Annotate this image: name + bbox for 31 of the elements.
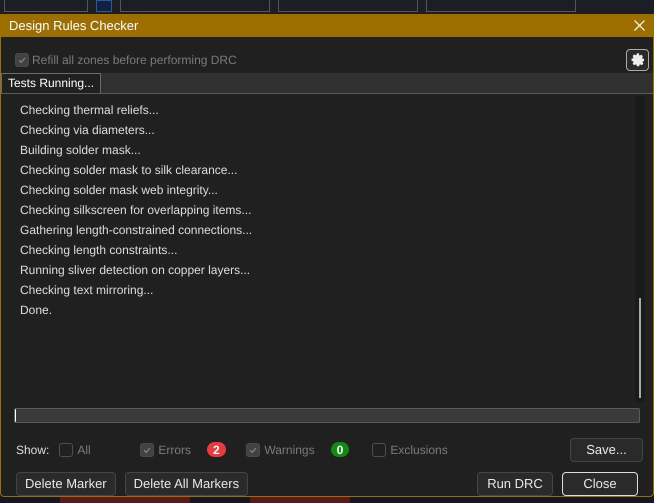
log-line: Checking text mirroring... — [20, 282, 154, 299]
filter-label: Exclusions — [390, 442, 448, 459]
delete-button[interactable]: Delete All Markers — [124, 472, 248, 496]
log-line: Checking length constraints... — [20, 242, 178, 259]
log-line: Gathering length-constrained connections... — [20, 222, 254, 239]
log-line: Checking silkscreen for overlapping items... — [20, 202, 252, 219]
refill-label: Refill all zones before performing DRC — [32, 52, 237, 69]
log-line: Running sliver detection on copper layers... — [20, 262, 252, 279]
delete-button[interactable]: Delete Marker — [16, 472, 116, 496]
log-line: Checking thermal reliefs... — [20, 102, 160, 119]
log-line: Building solder mask... — [20, 142, 142, 159]
log-line: Done. — [20, 302, 54, 319]
log-line: Checking solder mask to silk clearance... — [20, 162, 238, 179]
scrollbar[interactable] — [635, 96, 645, 402]
log-line: Checking via diameters... — [20, 122, 156, 139]
close-icon[interactable] — [634, 20, 645, 32]
count-badge: 0 — [330, 442, 350, 458]
dialog-button[interactable]: Close — [562, 472, 638, 496]
settings-icon — [630, 52, 646, 68]
save-button[interactable]: Save... — [570, 438, 643, 462]
filter-label: Warnings — [264, 442, 315, 459]
settings-button[interactable] — [626, 48, 649, 71]
filter-label: All — [77, 442, 91, 459]
count-badge: 2 — [207, 442, 226, 458]
filter-label: Errors — [158, 442, 192, 459]
dialog-button[interactable]: Run DRC — [477, 472, 553, 496]
tab[interactable]: Tests Running... — [1, 72, 102, 93]
show-label: Show: — [16, 442, 50, 459]
log-line: Checking solder mask web integrity... — [20, 182, 219, 199]
window-title: Design Rules Checker — [9, 16, 138, 35]
scrollbar-thumb[interactable] — [639, 298, 641, 398]
